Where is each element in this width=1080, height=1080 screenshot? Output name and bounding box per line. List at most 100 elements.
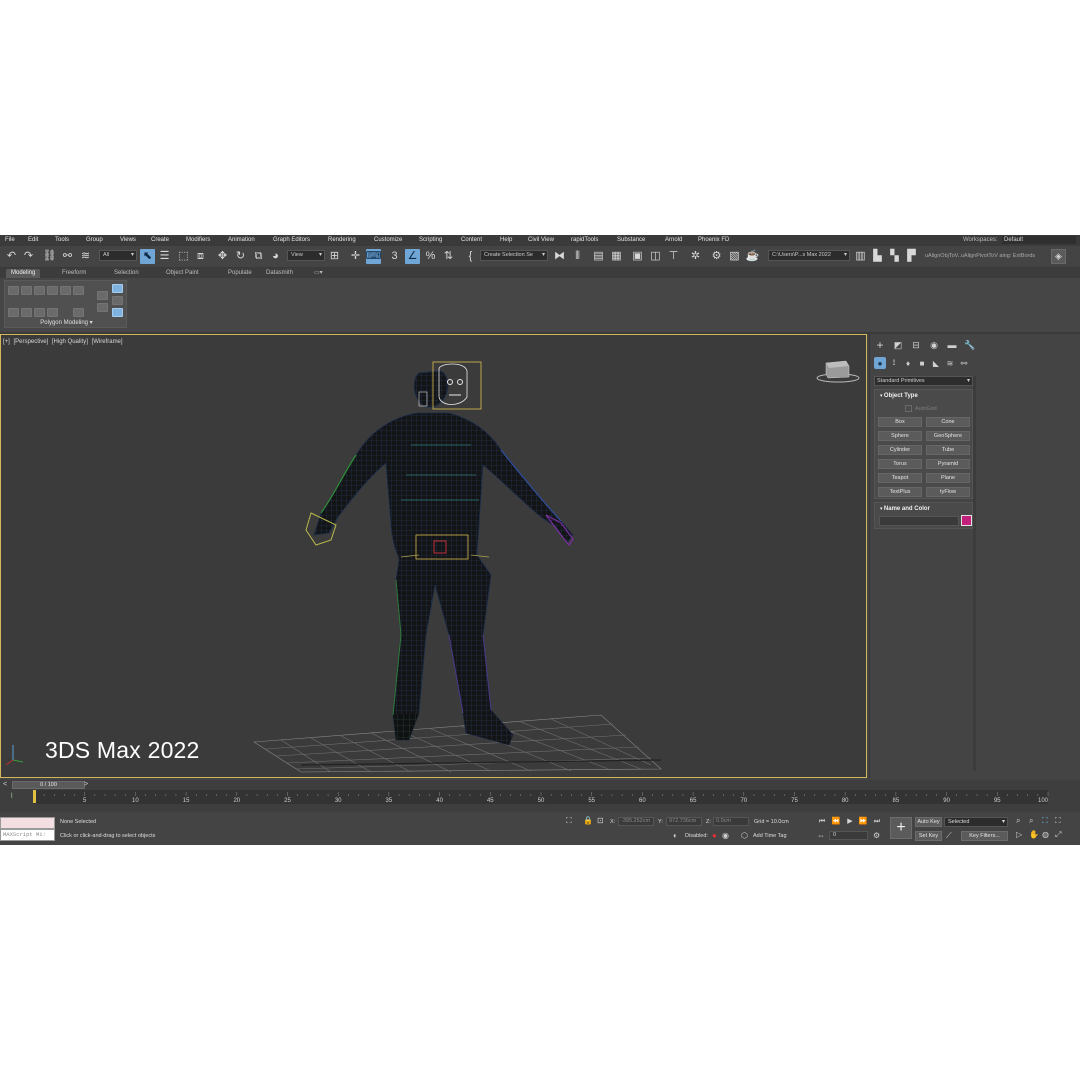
key-filters-button[interactable]: Key Filters... [961,831,1008,841]
space-warps-icon[interactable]: ≋ [944,357,956,369]
link-icon[interactable]: ⛓ [42,249,57,264]
ribbon-button-1[interactable] [8,286,19,295]
next-frame-icon[interactable]: ⏩ [857,817,869,827]
current-frame-field[interactable]: 0 [829,831,868,840]
cone-button[interactable]: Cone [926,417,970,427]
box-button[interactable]: Box [878,417,922,427]
window-crossing-icon[interactable]: ⧈ [193,249,208,264]
rotate-icon[interactable]: ↻ [233,249,248,264]
ribbon-tab-datasmith[interactable]: Datasmith [261,269,298,278]
orbit-icon[interactable]: ◍ [1042,831,1049,839]
maxscript-listener-output[interactable] [0,817,55,829]
geometry-icon[interactable]: ● [874,357,886,369]
script-tool-1-icon[interactable]: ▙ [870,249,885,264]
field-of-view-icon[interactable]: ▷ [1016,831,1022,839]
rendered-frame-window-icon[interactable]: ▧ [727,249,742,264]
viewport-pov[interactable]: [Perspective] [14,339,49,345]
ribbon-toggle-icon[interactable]: ▣ [630,249,645,264]
ribbon-tab-modeling[interactable]: Modeling [6,269,41,278]
schematic-view-icon[interactable]: ⊤ [666,249,681,264]
ribbon-tab-object-paint[interactable]: Object Paint [161,269,204,278]
zoom-extents-icon[interactable]: ⛶ [1042,817,1048,825]
bind-space-warp-icon[interactable]: ≋ [78,249,93,264]
ribbon-button-2[interactable] [21,286,32,295]
workspaces-dropdown[interactable]: Default [1002,236,1076,244]
edit-named-selection-icon[interactable]: { [463,249,478,264]
ribbon-button-11[interactable] [73,308,84,317]
menu-views[interactable]: Views [120,237,136,243]
menu-rapidtools[interactable]: rapidTools [571,237,598,243]
object-color-swatch[interactable] [961,515,972,526]
menu-rendering[interactable]: Rendering [328,237,356,243]
key-tangent-icon[interactable]: ⟋ [946,832,952,840]
y-coordinate-field[interactable]: 972.736cm [666,817,702,826]
menu-substance[interactable]: Substance [617,237,645,243]
ribbon-tab-selection[interactable]: Selection [109,269,144,278]
ribbon-button-13[interactable] [97,303,108,312]
maxscript-listener-input[interactable]: MAXScript Mi: [0,829,55,841]
mini-curve-editor-icon[interactable]: ⌇ [10,792,13,800]
ribbon-button-12[interactable] [97,291,108,300]
adaptive-degradation-icon[interactable]: ◐ [673,832,678,840]
select-manipulate-icon[interactable]: ✛ [348,249,363,264]
rectangular-selection-icon[interactable]: ⬚ [176,249,191,264]
shapes-icon[interactable]: ⟟ [888,357,900,369]
cameras-icon[interactable]: ■ [916,357,928,369]
select-object-icon[interactable]: ⬉ [140,249,155,264]
ribbon-button-3[interactable] [34,286,45,295]
named-selection-set-dropdown[interactable]: Create Selection Se [480,250,548,261]
move-icon[interactable]: ✥ [215,249,230,264]
align-icon[interactable]: ⫴ [570,249,585,264]
motion-tab-icon[interactable]: ◉ [928,339,940,351]
menu-file[interactable]: File [5,237,15,243]
hierarchy-tab-icon[interactable]: ⊟ [910,339,922,351]
viewport-scene[interactable] [1,335,867,778]
material-editor-icon[interactable]: ✲ [688,249,703,264]
command-panel-scrollbar[interactable] [973,376,976,771]
z-coordinate-field[interactable]: 0.0cm [713,817,749,826]
zoom-all-icon[interactable]: ⌕ [1029,817,1033,825]
teapot-button[interactable]: Teapot [878,473,922,483]
time-slider-thumb[interactable]: 0 / 100 [12,781,85,789]
ribbon-button-9[interactable] [34,308,45,317]
menu-customize[interactable]: Customize [374,237,402,243]
isolate-selection-icon[interactable]: ⛶ [566,817,572,825]
time-tag-icon[interactable]: ⬡ [741,832,748,840]
snaps-toggle-icon[interactable]: 3 [387,249,402,264]
ribbon-button-14[interactable] [112,284,123,293]
redo-icon[interactable]: ↷ [21,249,36,264]
render-production-icon[interactable]: ☕ [745,249,760,264]
project-folder-dropdown[interactable]: C:\Users\P...s Max 2022 [768,250,850,261]
keyboard-shortcut-override-icon[interactable]: ⌨ [366,249,381,264]
layer-explorer-icon[interactable]: ▦ [609,249,624,264]
x-coordinate-field[interactable]: -395.252cm [618,817,654,826]
pyramid-button[interactable]: Pyramid [926,459,970,469]
menu-civil-view[interactable]: Civil View [528,237,554,243]
create-tab-icon[interactable]: + [874,338,886,352]
display-tab-icon[interactable]: ▬ [946,339,958,351]
menu-graph-editors[interactable]: Graph Editors [273,237,310,243]
polygon-modeling-label[interactable]: Polygon Modeling ▾ [5,319,128,326]
lights-icon[interactable]: ♦ [902,357,914,369]
add-time-tag[interactable]: Add Time Tag [753,833,787,839]
play-icon[interactable]: ▶ [844,817,856,827]
menu-arnold[interactable]: Arnold [665,237,682,243]
go-to-end-icon[interactable]: ⏭ [871,817,883,827]
primitive-type-dropdown[interactable]: Standard Primitives [874,376,973,386]
percent-snap-icon[interactable]: % [423,249,438,264]
pan-view-icon[interactable]: ✋ [1029,831,1039,839]
modify-tab-icon[interactable]: ◩ [892,339,904,351]
menu-group[interactable]: Group [86,237,103,243]
systems-icon[interactable]: ⚯ [958,357,970,369]
ribbon-button-4[interactable] [47,286,58,295]
autogrid-checkbox[interactable]: AutoGrid [905,405,937,412]
ribbon-button-16[interactable] [112,308,123,317]
previous-frame-icon[interactable]: ⏪ [830,817,842,827]
spinner-snap-icon[interactable]: ⇅ [441,249,456,264]
ribbon-options-icon[interactable]: ▭▾ [309,269,328,278]
curve-editor-icon[interactable]: ◫ [648,249,663,264]
ribbon-button-7[interactable] [8,308,19,317]
ribbon-button-6[interactable] [73,286,84,295]
menu-edit[interactable]: Edit [28,237,38,243]
key-selection-dropdown[interactable]: Selected [944,817,1008,827]
